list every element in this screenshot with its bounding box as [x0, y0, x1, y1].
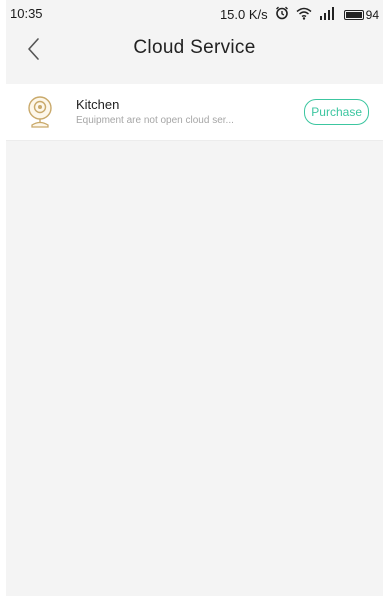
status-bar: 10:35 15.0 K/s 94: [6, 0, 383, 28]
device-status: Equipment are not open cloud ser...: [76, 115, 234, 126]
battery-icon: 94: [343, 7, 379, 22]
alarm-icon: [275, 6, 289, 23]
device-row-kitchen[interactable]: Kitchen Equipment are not open cloud ser…: [6, 84, 383, 141]
purchase-button[interactable]: Purchase: [304, 99, 369, 125]
battery-level: 94: [365, 7, 379, 22]
signal-icon: [319, 6, 337, 23]
status-time: 10:35: [10, 6, 43, 21]
nav-bar: Cloud Service: [6, 28, 383, 70]
wifi-icon: [296, 7, 312, 23]
device-name: Kitchen: [76, 97, 120, 112]
device-list: Kitchen Equipment are not open cloud ser…: [6, 84, 383, 141]
camera-icon: [24, 94, 56, 134]
app-screen: 10:35 15.0 K/s 94 Cloud Service Kitchen …: [6, 0, 383, 596]
page-title: Cloud Service: [133, 37, 256, 58]
network-speed: 15.0 K/s: [219, 7, 268, 22]
status-icons: 15.0 K/s 94: [220, 6, 379, 23]
